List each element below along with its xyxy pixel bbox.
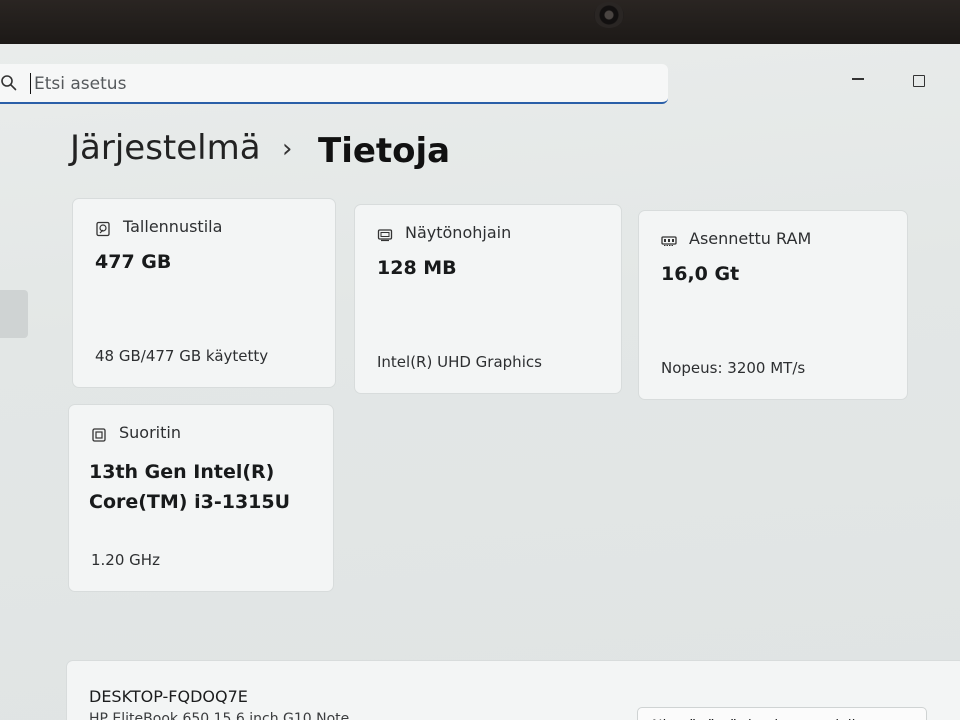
device-model: HP EliteBook 650 15.6 inch G10 Note <box>89 711 350 720</box>
text-caret <box>30 73 31 94</box>
search-input[interactable] <box>32 68 636 100</box>
breadcrumb-parent[interactable]: Järjestelmä <box>70 128 261 168</box>
display-adapter-value: 128 MB <box>377 257 457 279</box>
memory-icon <box>661 236 677 246</box>
search-icon <box>1 75 17 91</box>
display-adapter-card[interactable]: Näytönohjain 128 MB Intel(R) UHD Graphic… <box>354 204 622 394</box>
device-name: DESKTOP-FQDOQ7E <box>89 687 248 706</box>
processor-card[interactable]: Suoritin 13th Gen Intel(R) Core(TM) i3-1… <box>68 404 334 592</box>
ram-label: Asennettu RAM <box>689 229 812 248</box>
chevron-right-icon: › <box>282 134 293 164</box>
display-adapter-icon <box>377 229 393 242</box>
storage-label: Tallennustila <box>123 217 223 236</box>
maximize-icon[interactable] <box>913 75 925 87</box>
webcam <box>594 2 624 28</box>
ram-value: 16,0 Gt <box>661 263 740 285</box>
device-panel: DESKTOP-FQDOQ7E HP EliteBook 650 15.6 in… <box>66 660 960 720</box>
processor-value: 13th Gen Intel(R) Core(TM) i3-1315U <box>89 461 291 513</box>
minimize-icon[interactable] <box>852 78 864 80</box>
page-title: Tietoja <box>318 131 451 171</box>
processor-detail: 1.20 GHz <box>91 551 160 569</box>
nav-pane-edge[interactable] <box>0 290 28 338</box>
storage-detail: 48 GB/477 GB käytetty <box>95 347 269 365</box>
rename-pc-button[interactable]: Nimeä tämä tietokone uudelleen <box>637 707 927 720</box>
processor-icon <box>92 428 106 442</box>
processor-label: Suoritin <box>119 423 181 442</box>
settings-window: Järjestelmä › Tietoja Tallennustila 477 … <box>0 44 960 720</box>
storage-icon <box>96 221 110 237</box>
ram-card[interactable]: Asennettu RAM 16,0 Gt Nopeus: 3200 MT/s <box>638 210 908 400</box>
storage-value: 477 GB <box>95 251 172 273</box>
display-adapter-detail: Intel(R) UHD Graphics <box>377 353 542 371</box>
search-box[interactable] <box>0 64 668 104</box>
ram-detail: Nopeus: 3200 MT/s <box>661 359 806 377</box>
storage-card[interactable]: Tallennustila 477 GB 48 GB/477 GB käytet… <box>72 198 336 388</box>
laptop-bezel <box>0 0 960 48</box>
display-adapter-label: Näytönohjain <box>405 223 512 242</box>
